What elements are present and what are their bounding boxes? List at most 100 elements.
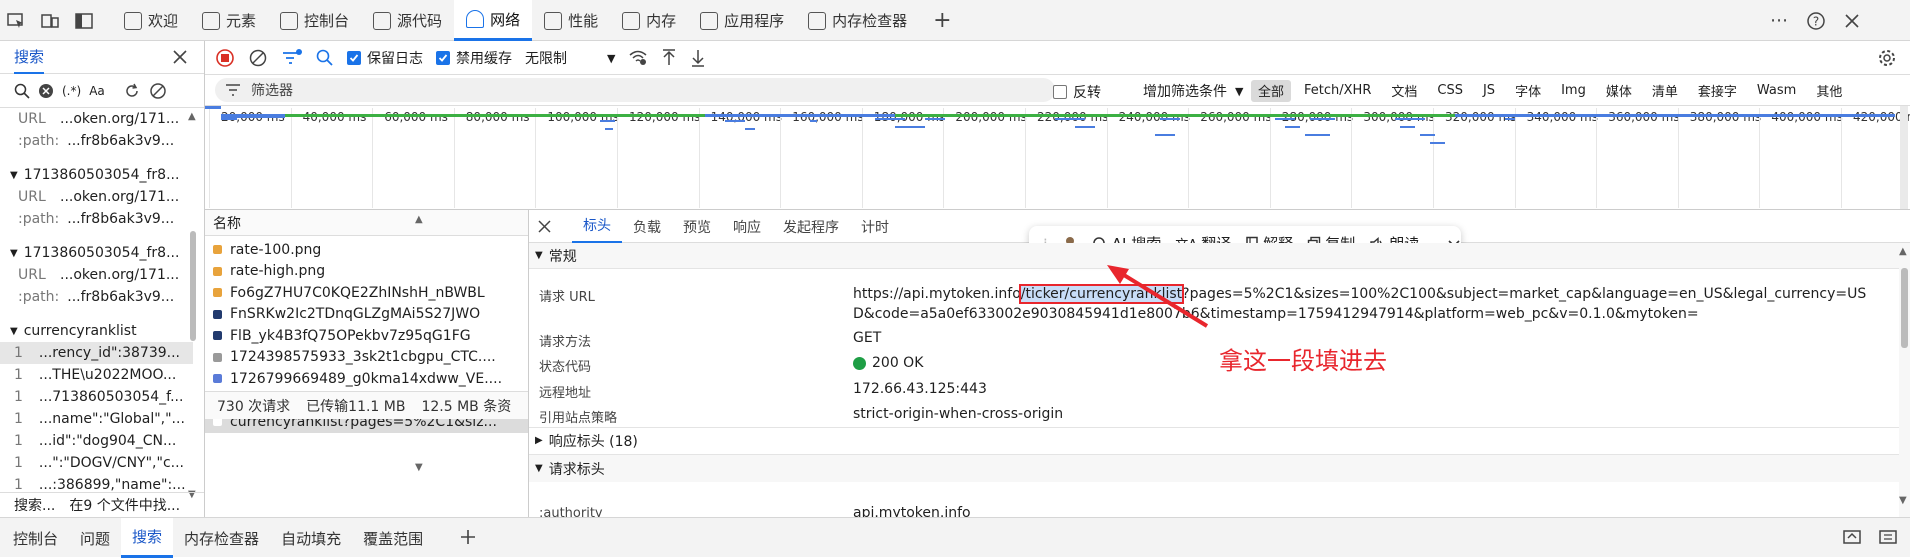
regex-toggle[interactable]: (.*) xyxy=(62,84,81,98)
main-tab-3[interactable]: 源代码 xyxy=(361,0,454,41)
clear-search-icon[interactable] xyxy=(38,83,54,99)
export-har-icon[interactable] xyxy=(690,49,706,67)
close-drawer-icon[interactable] xyxy=(1878,528,1898,546)
filter-chip-6[interactable]: Img xyxy=(1554,80,1593,102)
filter-chip-11[interactable]: 其他 xyxy=(1809,80,1849,102)
request-row[interactable]: rate-high.png xyxy=(205,261,528,283)
search-result-line[interactable]: :path: ...fr8b6ak3v9... xyxy=(0,130,193,152)
request-row[interactable]: rate-100.png xyxy=(205,239,528,261)
search-icon[interactable] xyxy=(14,83,30,99)
close-search-icon[interactable] xyxy=(172,49,188,65)
main-tab-8[interactable]: 内存检查器 xyxy=(796,0,919,41)
main-tab-2[interactable]: 控制台 xyxy=(268,0,361,41)
throttle-select[interactable]: 无限制 ▼ xyxy=(525,48,615,68)
search-result-line[interactable]: 1 ...rency_id":38739... xyxy=(0,342,193,364)
disable-cache-checkbox[interactable]: 禁用缓存 xyxy=(436,48,512,68)
clear-results-icon[interactable] xyxy=(149,82,167,100)
search-result-line[interactable]: URL ...oken.org/171... xyxy=(0,264,193,286)
main-tab-5[interactable]: 性能 xyxy=(532,0,610,41)
invert-checkbox[interactable]: 反转 xyxy=(1053,82,1101,102)
help-icon[interactable]: ? xyxy=(1806,11,1826,31)
request-row[interactable]: FlB_yk4B3fQ75OPekbv7z95qG1FG xyxy=(205,325,528,347)
main-tab-1[interactable]: 元素 xyxy=(190,0,268,41)
drawer-tab-1[interactable]: 问题 xyxy=(69,518,121,558)
detail-tab-2[interactable]: 预览 xyxy=(672,210,722,243)
add-panel-icon[interactable]: + xyxy=(933,8,951,33)
clear-log-icon[interactable] xyxy=(248,48,268,68)
filter-chip-8[interactable]: 清单 xyxy=(1645,80,1685,102)
filter-chip-0[interactable]: 全部 xyxy=(1251,79,1292,102)
detail-tab-4[interactable]: 发起程序 xyxy=(772,210,850,243)
drawer-tab-3[interactable]: 内存检查器 xyxy=(173,518,270,558)
main-tab-6[interactable]: 内存 xyxy=(610,0,688,41)
search-result-group[interactable]: ▼ currencyranklist xyxy=(0,320,193,342)
timeline-scrollbar[interactable] xyxy=(1900,106,1908,209)
search-result-line[interactable]: :path: ...fr8b6ak3v9... xyxy=(0,208,193,230)
checkbox-checked-icon[interactable] xyxy=(436,51,450,65)
filter-chip-3[interactable]: CSS xyxy=(1430,80,1470,102)
request-headers-section[interactable]: ▼ 请求标头 xyxy=(529,454,1899,482)
scroll-down-arrow-icon[interactable]: ▼ xyxy=(415,462,423,473)
scroll-down-arrow-icon[interactable]: ▼ xyxy=(1899,495,1907,506)
request-row[interactable]: 1724398575933_3sk2t1cbgpu_CTC.... xyxy=(205,347,528,369)
drawer-tab-4[interactable]: 自动填充 xyxy=(270,518,352,558)
dock-drawer-icon[interactable] xyxy=(1842,528,1862,546)
search-result-line[interactable]: 1 ...:386899,"name":... xyxy=(0,474,193,492)
device-toolbar-icon[interactable] xyxy=(40,11,60,31)
filter-chip-10[interactable]: Wasm xyxy=(1750,80,1803,102)
close-details-icon[interactable] xyxy=(537,219,552,234)
filter-input[interactable]: 筛选器 xyxy=(215,78,1055,102)
drawer-tab-0[interactable]: 控制台 xyxy=(2,518,69,558)
checkbox-checked-icon[interactable] xyxy=(347,51,361,65)
search-result-line[interactable]: 1 ...THE\u2022MOO... xyxy=(0,364,193,386)
import-har-icon[interactable] xyxy=(661,49,677,67)
scroll-up-arrow-icon[interactable]: ▲ xyxy=(415,214,423,225)
request-row[interactable]: 1726799669489_g0kma14xdww_VE.... xyxy=(205,368,528,390)
filter-chip-9[interactable]: 套接字 xyxy=(1691,80,1744,102)
scroll-up-arrow-icon[interactable]: ▲ xyxy=(188,111,196,122)
search-result-group[interactable]: ▼ 1713860503054_fr8... xyxy=(0,242,193,264)
detail-tab-1[interactable]: 负载 xyxy=(622,210,672,243)
search-result-line[interactable]: URL ...oken.org/171... xyxy=(0,186,193,208)
checkbox-unchecked-icon[interactable] xyxy=(1053,85,1067,99)
settings-gear-icon[interactable] xyxy=(1877,48,1897,68)
add-tab-icon[interactable] xyxy=(459,528,477,546)
more-filters-dropdown[interactable]: 增加筛选条件 ▼ xyxy=(1143,81,1243,101)
scroll-up-arrow-icon[interactable]: ▲ xyxy=(1899,246,1907,257)
search-results-scrollbar[interactable] xyxy=(190,231,196,341)
detail-tab-0[interactable]: 标头 xyxy=(572,210,622,244)
filter-toggle-icon[interactable] xyxy=(281,48,303,68)
filter-chip-5[interactable]: 字体 xyxy=(1508,80,1548,102)
search-network-icon[interactable] xyxy=(316,49,334,67)
match-case-toggle[interactable]: Aa xyxy=(89,84,105,98)
name-column-header[interactable]: 名称 xyxy=(213,213,241,233)
details-scrollbar[interactable] xyxy=(1901,268,1908,348)
close-devtools-icon[interactable] xyxy=(1844,13,1860,29)
refresh-icon[interactable] xyxy=(123,82,141,100)
network-timeline[interactable]: 20,000 ms40,000 ms60,000 ms80,000 ms100,… xyxy=(205,106,1910,210)
search-pane-title[interactable]: 搜索 xyxy=(14,41,45,74)
search-result-line[interactable]: URL ...oken.org/171... xyxy=(0,108,193,130)
request-row[interactable]: Fo6gZ7HU7C0KQE2ZhINshH_nBWBL xyxy=(205,282,528,304)
filter-chip-1[interactable]: Fetch/XHR xyxy=(1297,80,1378,102)
filter-chip-4[interactable]: JS xyxy=(1476,80,1502,102)
network-conditions-icon[interactable] xyxy=(628,49,648,67)
detail-tab-5[interactable]: 计时 xyxy=(850,210,900,243)
search-result-line[interactable]: 1 ...713860503054_f... xyxy=(0,386,193,408)
more-options-icon[interactable]: ⋯ xyxy=(1770,10,1788,31)
record-icon[interactable] xyxy=(215,48,235,68)
drawer-tab-2[interactable]: 搜索 xyxy=(121,518,174,558)
request-row[interactable]: FnSRKw2Ic2TDnqGLZgMAi5S27JWO xyxy=(205,304,528,326)
drawer-tab-5[interactable]: 覆盖范围 xyxy=(352,518,434,558)
preserve-log-checkbox[interactable]: 保留日志 xyxy=(347,48,423,68)
search-result-line[interactable]: 1 ...id":"dog904_CN... xyxy=(0,430,193,452)
filter-chip-7[interactable]: 媒体 xyxy=(1599,80,1639,102)
search-result-line[interactable]: :path: ...fr8b6ak3v9... xyxy=(0,286,193,308)
inspect-element-icon[interactable] xyxy=(6,11,26,31)
main-tab-4[interactable]: 网络 xyxy=(454,0,533,41)
main-tab-7[interactable]: 应用程序 xyxy=(688,0,796,41)
filter-chip-2[interactable]: 文档 xyxy=(1384,80,1424,102)
main-tab-0[interactable]: 欢迎 xyxy=(112,0,190,41)
detail-tab-3[interactable]: 响应 xyxy=(722,210,772,243)
search-result-line[interactable]: 1 ...":"DOGV/CNY","c... xyxy=(0,452,193,474)
